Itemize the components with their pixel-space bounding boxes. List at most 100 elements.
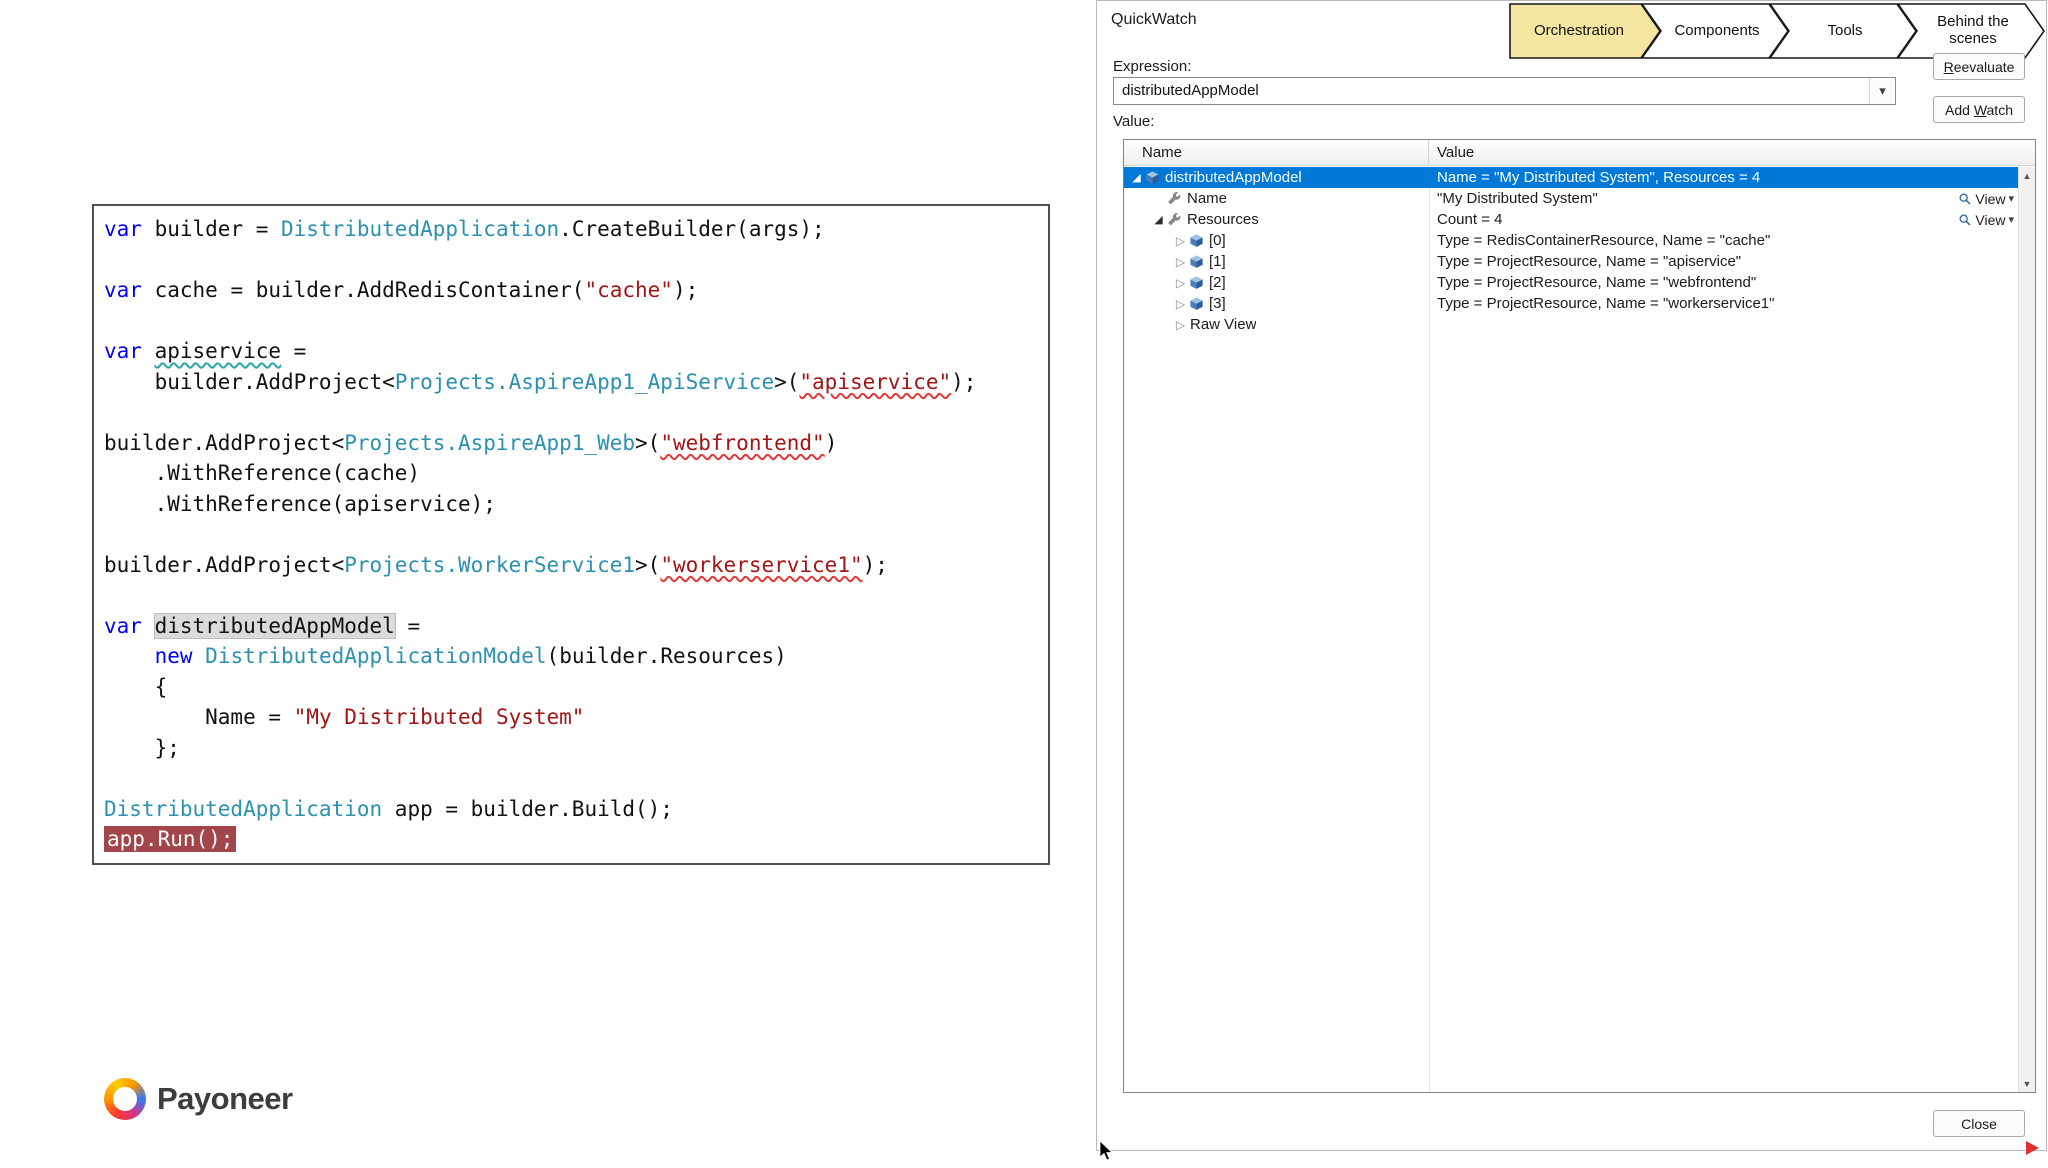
row-value: Type = ProjectResource, Name = "webfront… <box>1437 274 1757 291</box>
wrench-icon <box>1168 192 1181 205</box>
column-header-value[interactable]: Value <box>1429 140 2035 165</box>
quickwatch-dialog: QuickWatch Orchestration Components Tools B… <box>1096 0 2047 1151</box>
process-chevrons: Orchestration Components Tools Behind the s… <box>1509 3 2045 59</box>
view-dropdown[interactable]: View ▾ <box>1958 191 2014 207</box>
row-name: [1] <box>1209 253 1226 270</box>
row-name: Resources <box>1187 211 1259 228</box>
code-line: new DistributedApplicationModel(builder.… <box>154 644 787 668</box>
view-label: View <box>1975 211 2006 228</box>
grid-scrollbar[interactable]: ▲ ▼ <box>2018 167 2035 1092</box>
code-line: var distributedAppModel = <box>104 612 421 639</box>
code-line: app.Run(); <box>104 824 1038 855</box>
watch-row[interactable]: ▷ Raw View <box>1124 314 2018 335</box>
value-label: Value: <box>1113 113 1155 130</box>
scroll-up-icon[interactable]: ▲ <box>2019 167 2035 184</box>
expander-collapsed-icon[interactable]: ▷ <box>1172 318 1189 332</box>
column-header-name[interactable]: Name <box>1124 140 1429 165</box>
expander-collapsed-icon[interactable]: ▷ <box>1172 276 1189 290</box>
wrench-icon <box>1168 213 1181 226</box>
row-value: Type = ProjectResource, Name = "apiservi… <box>1437 253 1742 270</box>
expander-collapsed-icon[interactable]: ▷ <box>1172 297 1189 311</box>
magnifier-icon <box>1959 192 1971 204</box>
code-line: }; <box>104 735 180 760</box>
chevron-label: Behind the scenes <box>1937 13 2009 47</box>
expander-expanded-icon[interactable]: ◢ <box>1150 213 1167 226</box>
mouse-cursor-icon <box>1099 1140 1115 1168</box>
code-line: { <box>104 674 168 699</box>
code-block: var builder = DistributedApplication.Cre… <box>104 214 1038 855</box>
payoneer-logo-icon <box>104 1078 146 1120</box>
payoneer-logo: Payoneer <box>104 1078 293 1120</box>
row-name: Name <box>1187 190 1228 207</box>
chevron-tab-tools[interactable]: Tools <box>1768 3 1917 59</box>
expression-combobox[interactable]: distributedAppModel ▾ <box>1113 77 1896 105</box>
close-button[interactable]: Close <box>1933 1110 2025 1137</box>
chevron-down-icon: ▾ <box>1879 83 1886 98</box>
code-line: Name = "My Distributed System" <box>104 705 585 729</box>
watch-row[interactable]: ▷ [0] Type = RedisContainerResource, Name … <box>1124 230 2018 251</box>
chevron-down-icon: ▾ <box>2008 214 2014 226</box>
row-value: Count = 4 <box>1437 211 1503 228</box>
code-line: var cache = builder.AddRedisContainer("c… <box>104 278 699 302</box>
payoneer-logo-text: Payoneer <box>157 1081 293 1116</box>
watch-row[interactable]: ▷ [1] Type = ProjectResource, Name = "apis… <box>1124 251 2018 272</box>
chevron-label: Tools <box>1827 21 1863 39</box>
grid-header: Name Value <box>1124 140 2035 166</box>
code-line: builder.AddProject<Projects.WorkerServic… <box>104 552 888 577</box>
row-value: Name = "My Distributed System", Resource… <box>1437 169 1761 186</box>
row-name: [2] <box>1209 274 1226 291</box>
row-name: distributedAppModel <box>1165 169 1302 186</box>
object-icon <box>1190 234 1203 247</box>
watch-grid: Name Value ◢ distributedAppModel Name = "M… <box>1123 139 2036 1093</box>
reevaluate-button[interactable]: Reevaluate <box>1933 53 2025 80</box>
code-line: var apiservice = <box>104 339 307 363</box>
dialog-title: QuickWatch <box>1111 11 1197 28</box>
expander-collapsed-icon[interactable]: ▷ <box>1172 255 1189 269</box>
code-line: DistributedApplication app = builder.Bui… <box>104 796 673 821</box>
row-value: "My Distributed System" <box>1437 190 1598 207</box>
chevron-tab-components[interactable]: Components <box>1640 3 1789 59</box>
watch-row[interactable]: ◢ Resources Count = 4 View ▾ <box>1124 209 2018 230</box>
row-value: Type = RedisContainerResource, Name = "c… <box>1437 232 1771 249</box>
code-line: .WithReference(apiservice); <box>104 491 496 516</box>
row-name: Raw View <box>1190 316 1257 333</box>
grid-body: ◢ distributedAppModel Name = "My Distribut… <box>1124 167 2018 335</box>
add-watch-button[interactable]: Add Watch <box>1933 96 2025 123</box>
watch-row[interactable]: ◢ distributedAppModel Name = "My Distribut… <box>1124 167 2018 188</box>
watch-row[interactable]: Name "My Distributed System" View ▾ <box>1124 188 2018 209</box>
object-icon <box>1190 276 1203 289</box>
view-dropdown[interactable]: View ▾ <box>1958 212 2014 228</box>
watch-row[interactable]: ▷ [2] Type = ProjectResource, Name = "webf… <box>1124 272 2018 293</box>
object-icon <box>1190 255 1203 268</box>
chevron-label: Components <box>1674 21 1760 39</box>
chevron-tab-orchestration[interactable]: Orchestration <box>1509 3 1661 59</box>
code-line: var builder = DistributedApplication.Cre… <box>104 217 825 241</box>
expression-value: distributedAppModel <box>1122 82 1259 99</box>
expander-collapsed-icon[interactable]: ▷ <box>1172 234 1189 248</box>
chevron-down-icon: ▾ <box>2008 193 2014 205</box>
chevron-tab-behind-the-scenes[interactable]: Behind the scenes <box>1896 3 2045 59</box>
watch-row[interactable]: ▷ [3] Type = ProjectResource, Name = "work… <box>1124 293 2018 314</box>
code-line: builder.AddProject<Projects.AspireApp1_W… <box>104 430 838 455</box>
code-line: builder.AddProject<Projects.AspireApp1_A… <box>104 369 977 394</box>
row-value: Type = ProjectResource, Name = "workerse… <box>1437 295 1775 312</box>
chevron-label: Orchestration <box>1533 21 1625 39</box>
scroll-down-icon[interactable]: ▼ <box>2019 1075 2035 1092</box>
code-line: .WithReference(cache) <box>104 461 421 485</box>
magnifier-icon <box>1959 213 1971 225</box>
code-snippet-panel: var builder = DistributedApplication.Cre… <box>92 204 1050 865</box>
row-name: [3] <box>1209 295 1226 312</box>
red-triangle-icon <box>2026 1141 2039 1155</box>
object-icon <box>1146 171 1159 184</box>
object-icon <box>1190 297 1203 310</box>
row-name: [0] <box>1209 232 1226 249</box>
expression-label: Expression: <box>1113 58 1192 75</box>
expander-expanded-icon[interactable]: ◢ <box>1128 171 1145 184</box>
combo-dropdown-button[interactable]: ▾ <box>1869 78 1895 104</box>
